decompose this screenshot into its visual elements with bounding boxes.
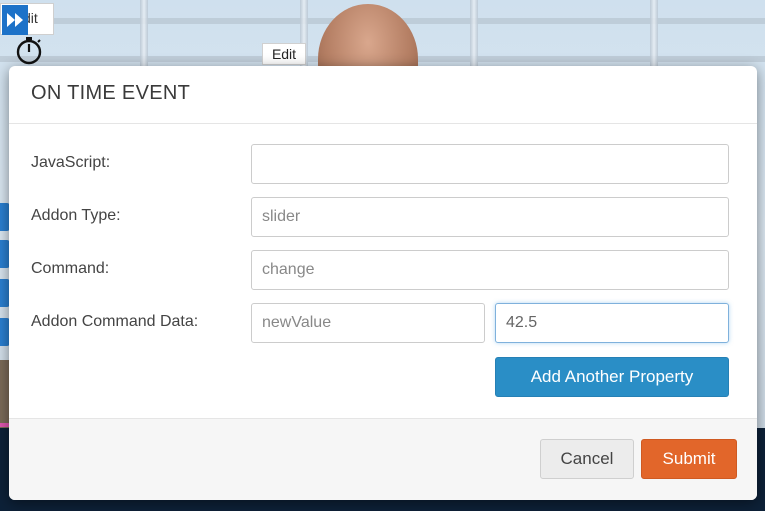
edit-tag-button[interactable]: Edit bbox=[262, 43, 306, 65]
property-value-input[interactable] bbox=[495, 303, 729, 343]
addon-type-row: Addon Type: bbox=[31, 197, 731, 237]
command-row: Command: bbox=[31, 250, 731, 290]
addon-type-input[interactable] bbox=[251, 197, 729, 237]
javascript-input[interactable] bbox=[251, 144, 729, 184]
addon-type-label: Addon Type: bbox=[31, 207, 121, 224]
skip-forward-button[interactable] bbox=[2, 5, 28, 35]
addon-command-data-row: Addon Command Data: bbox=[31, 303, 731, 343]
property-key-input[interactable] bbox=[251, 303, 485, 343]
command-label: Command: bbox=[31, 260, 110, 277]
command-input[interactable] bbox=[251, 250, 729, 290]
submit-button[interactable]: Submit bbox=[641, 439, 737, 479]
on-time-event-dialog: ON TIME EVENT JavaScript: Addon Type: Co… bbox=[9, 66, 757, 500]
stopwatch-icon[interactable] bbox=[14, 35, 44, 65]
fast-forward-icon bbox=[7, 13, 23, 27]
dialog-body: JavaScript: Addon Type: Command: Addon C… bbox=[9, 124, 757, 418]
dialog-title: ON TIME EVENT bbox=[31, 82, 191, 104]
dialog-header: ON TIME EVENT bbox=[9, 66, 757, 124]
add-another-property-button[interactable]: Add Another Property bbox=[495, 357, 729, 397]
addon-command-data-label: Addon Command Data: bbox=[31, 313, 199, 330]
cancel-button[interactable]: Cancel bbox=[540, 439, 634, 479]
javascript-label: JavaScript: bbox=[31, 154, 111, 171]
javascript-row: JavaScript: bbox=[31, 144, 731, 184]
dialog-footer: Cancel Submit bbox=[9, 418, 757, 500]
